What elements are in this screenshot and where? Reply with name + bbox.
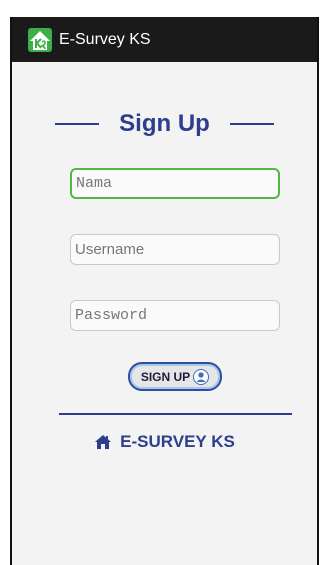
username-input[interactable]	[70, 234, 280, 265]
heading-right-line	[229, 123, 274, 125]
divider	[59, 413, 292, 415]
sign-up-button-label: SIGN UP	[140, 369, 191, 384]
app-window: E-Survey KS Sign Up SIGN UP E-SURVEY KS	[10, 17, 319, 565]
action-bar: E-Survey KS	[12, 17, 317, 62]
app-title: E-Survey KS	[59, 30, 151, 48]
nama-input[interactable]	[70, 168, 280, 199]
app-logo-icon	[28, 27, 52, 52]
footer-brand: E-SURVEY KS	[12, 432, 317, 452]
home-icon	[95, 435, 112, 449]
sign-up-button[interactable]: SIGN UP	[128, 362, 222, 391]
footer-brand-text: E-SURVEY KS	[120, 432, 235, 451]
password-input[interactable]	[70, 300, 280, 331]
sign-up-heading: Sign Up	[12, 110, 317, 138]
user-icon	[193, 368, 210, 385]
heading-left-line	[55, 123, 100, 125]
page-title: Sign Up	[119, 110, 210, 137]
